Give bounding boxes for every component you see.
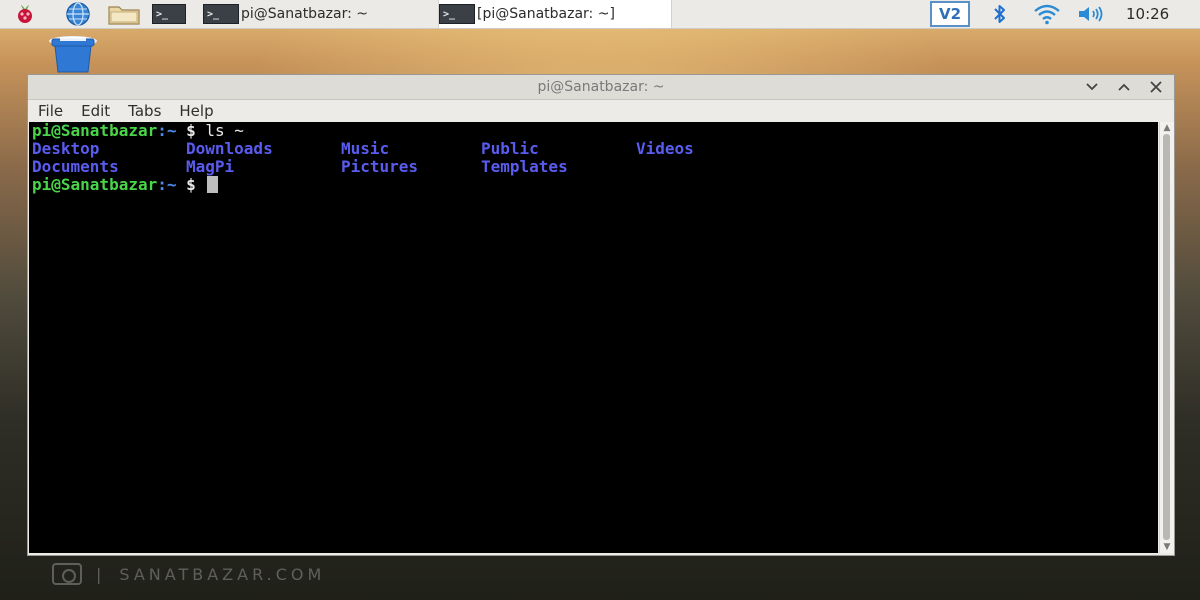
raspberry-pi-menu-icon[interactable] xyxy=(8,0,42,28)
panel-clock[interactable]: 10:26 xyxy=(1126,0,1169,28)
taskbar-item-terminal-1[interactable]: >_ pi@Sanatbazar: ~ xyxy=(203,0,433,28)
dir-entry: Desktop xyxy=(32,139,100,158)
prompt-user: pi@Sanatbazar xyxy=(32,121,158,140)
terminal-window[interactable]: pi@Sanatbazar: ~ File Edit Tabs Help pi@… xyxy=(27,74,1175,556)
vnc-icon[interactable]: V2 xyxy=(930,1,970,27)
camera-icon xyxy=(52,563,82,585)
dir-entry: MagPi xyxy=(186,157,235,176)
scroll-up-arrow-icon[interactable]: ▲ xyxy=(1162,124,1172,133)
menu-edit[interactable]: Edit xyxy=(81,102,110,120)
menu-tabs[interactable]: Tabs xyxy=(128,102,161,120)
prompt-path: :~ xyxy=(157,121,177,140)
terminal-icon: >_ xyxy=(203,4,239,24)
web-browser-icon[interactable] xyxy=(58,0,98,28)
top-panel: >_ >_ pi@Sanatbazar: ~ >_ [pi@Sanatbazar… xyxy=(0,0,1200,29)
wifi-icon[interactable] xyxy=(1030,0,1064,28)
terminal-output[interactable]: pi@Sanatbazar:~ $ ls ~ Desktop Downloads… xyxy=(29,122,1158,553)
dir-entry: Public xyxy=(481,139,539,158)
command-line: pi@Sanatbazar:~ $ ls ~ xyxy=(32,122,244,140)
scrollbar-thumb[interactable] xyxy=(1163,134,1170,540)
window-title: pi@Sanatbazar: ~ xyxy=(537,79,665,95)
menu-file[interactable]: File xyxy=(38,102,63,120)
trash-icon[interactable] xyxy=(46,34,100,74)
dir-entry: Documents xyxy=(32,157,119,176)
dir-entry: Videos xyxy=(636,139,694,158)
menu-bar: File Edit Tabs Help xyxy=(28,100,1174,122)
watermark: | SANATBAZAR.COM xyxy=(52,562,325,586)
watermark-text: SANATBAZAR.COM xyxy=(119,564,326,584)
menu-help[interactable]: Help xyxy=(179,102,213,120)
volume-icon[interactable] xyxy=(1074,0,1108,28)
terminal-icon: >_ xyxy=(439,4,475,24)
prompt-symbol: $ xyxy=(176,121,206,140)
file-manager-icon[interactable] xyxy=(104,0,144,28)
close-button[interactable] xyxy=(1146,77,1166,97)
prompt-user: pi@Sanatbazar xyxy=(32,175,158,194)
maximize-button[interactable] xyxy=(1114,77,1134,97)
minimize-button[interactable] xyxy=(1082,77,1102,97)
command-text: ls ~ xyxy=(205,121,244,140)
taskbar-item-label: pi@Sanatbazar: ~ xyxy=(241,6,368,22)
dir-entry: Pictures xyxy=(341,157,419,176)
prompt-path: :~ xyxy=(157,175,177,194)
prompt-line: pi@Sanatbazar:~ $ xyxy=(32,175,219,194)
vertical-scrollbar[interactable]: ▲ ▼ xyxy=(1159,122,1174,553)
text-cursor xyxy=(207,176,219,193)
window-titlebar[interactable]: pi@Sanatbazar: ~ xyxy=(28,75,1174,100)
terminal-launcher-glyph: >_ xyxy=(152,4,186,24)
terminal-icon[interactable]: >_ xyxy=(150,0,190,28)
bluetooth-icon[interactable] xyxy=(988,0,1012,28)
prompt-symbol: $ xyxy=(176,175,206,194)
taskbar-item-terminal-2[interactable]: >_ [pi@Sanatbazar: ~] xyxy=(438,0,672,28)
dir-entry: Templates xyxy=(481,157,568,176)
taskbar-item-label: [pi@Sanatbazar: ~] xyxy=(477,6,615,22)
watermark-separator: | xyxy=(96,564,106,584)
dir-entry: Music xyxy=(341,139,390,158)
dir-entry: Downloads xyxy=(186,139,273,158)
scroll-down-arrow-icon[interactable]: ▼ xyxy=(1162,543,1172,552)
